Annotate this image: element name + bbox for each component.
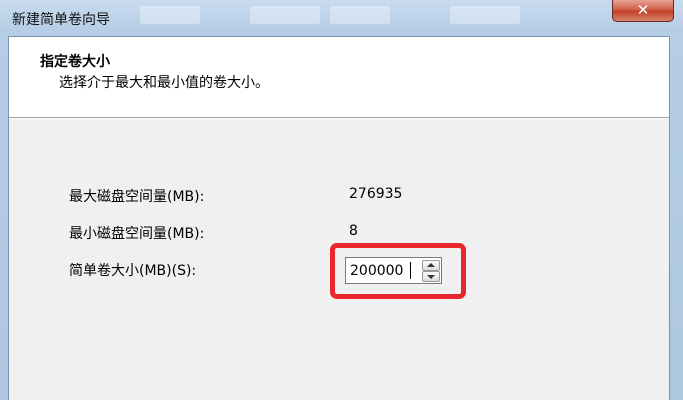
max-size-label: 最大磁盘空间量(MB): — [69, 189, 205, 205]
min-size-value: 8 — [349, 223, 358, 239]
chevron-down-icon — [427, 275, 435, 279]
background-blur — [330, 6, 390, 24]
chevron-up-icon — [427, 263, 435, 267]
wizard-header: 指定卷大小 选择介于最大和最小值的卷大小。 — [9, 37, 669, 118]
volume-size-label: 简单卷大小(MB)(S): — [69, 263, 197, 279]
page-title: 指定卷大小 — [40, 54, 110, 70]
min-size-label: 最小磁盘空间量(MB): — [69, 226, 205, 242]
volume-size-input[interactable] — [350, 261, 418, 280]
window-title: 新建简单卷向导 — [12, 12, 110, 28]
wizard-window: 新建简单卷向导 ✕ 指定卷大小 选择介于最大和最小值的卷大小。 最大磁盘空间量(… — [0, 0, 683, 400]
page-subtitle: 选择介于最大和最小值的卷大小。 — [59, 75, 269, 91]
background-blur — [140, 6, 200, 24]
wizard-client-area: 指定卷大小 选择介于最大和最小值的卷大小。 最大磁盘空间量(MB): 27693… — [8, 36, 670, 400]
text-caret — [410, 262, 411, 279]
spin-down-button[interactable] — [422, 271, 440, 282]
max-size-value: 276935 — [349, 186, 403, 202]
volume-size-stepper[interactable] — [345, 257, 442, 284]
close-icon: ✕ — [636, 1, 650, 19]
background-blur — [450, 6, 520, 24]
title-bar[interactable]: 新建简单卷向导 ✕ — [0, 0, 683, 36]
spin-up-button[interactable] — [422, 260, 440, 271]
background-blur — [250, 6, 320, 24]
header-divider — [9, 118, 669, 119]
close-button[interactable]: ✕ — [612, 0, 674, 22]
